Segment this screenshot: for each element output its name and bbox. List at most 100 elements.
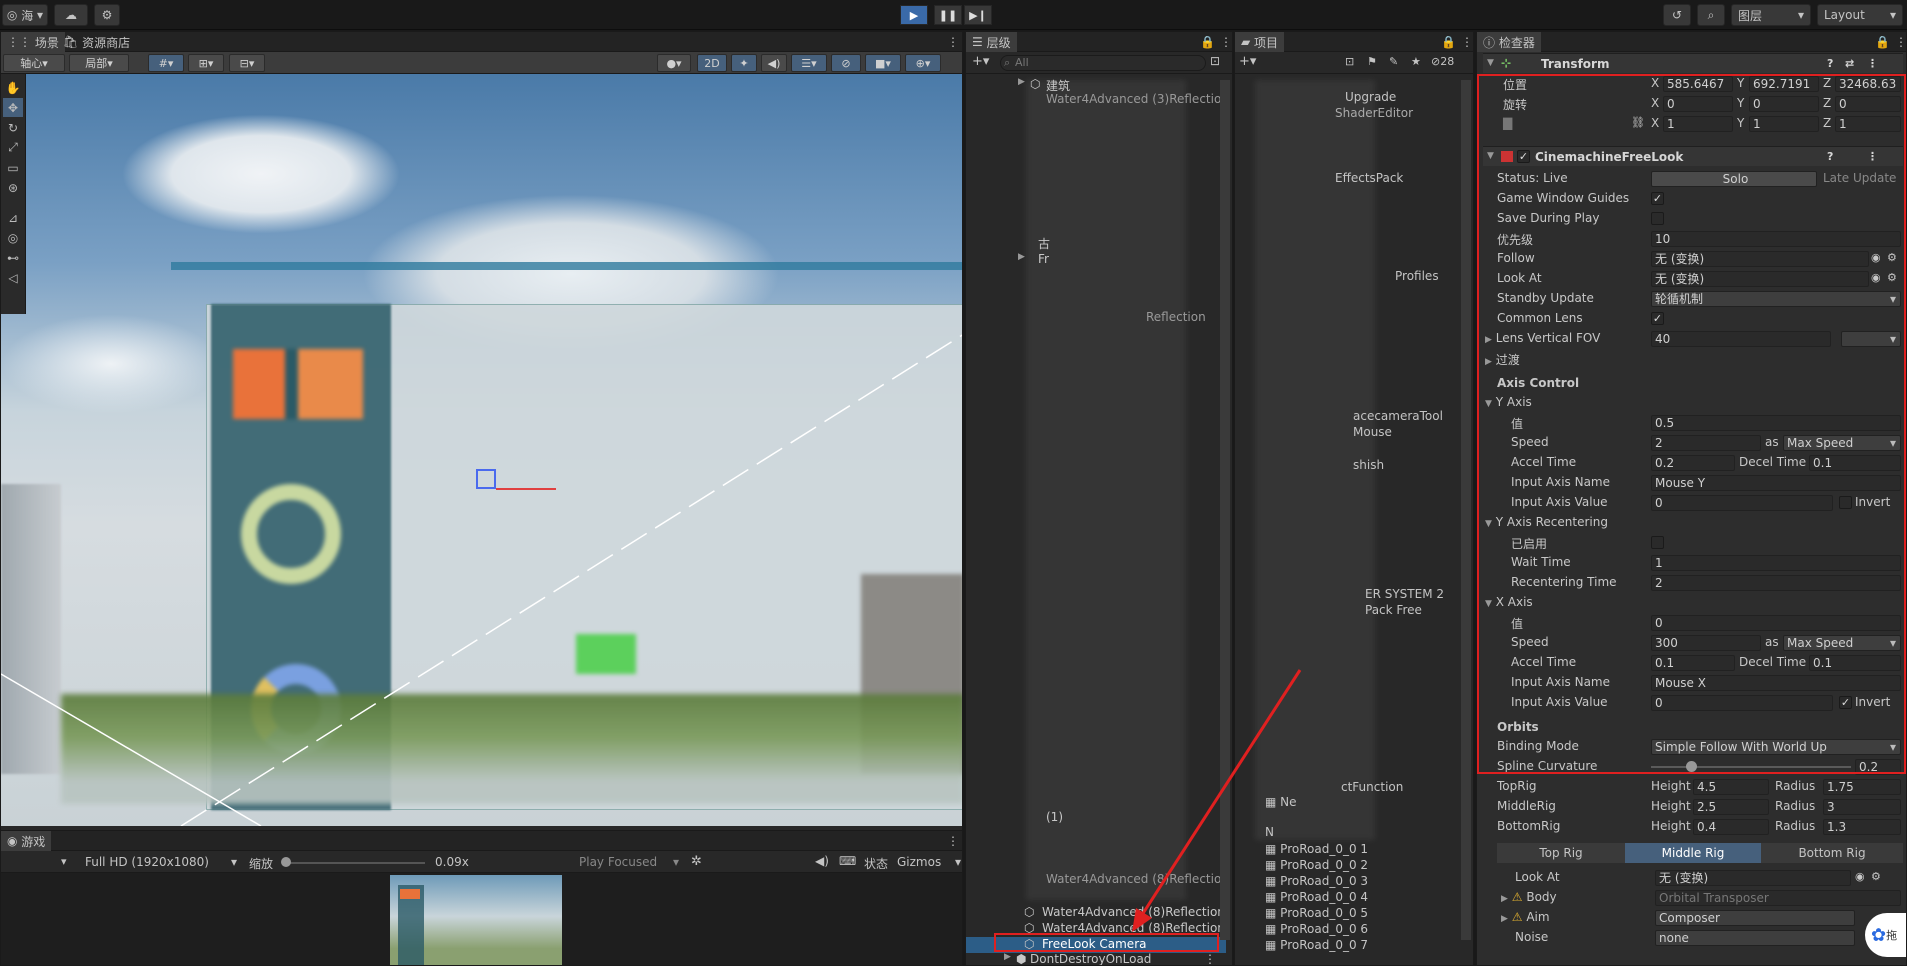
keyboard-icon[interactable]: ⌨ (839, 854, 856, 868)
layers-dropdown[interactable]: 图层 ▾ (1731, 4, 1811, 26)
folder-label[interactable]: Mouse (1353, 425, 1392, 439)
lighting-icon[interactable]: ✦ (731, 54, 757, 72)
folder-label[interactable]: acecameraTool (1353, 409, 1443, 423)
label-icon[interactable]: ⚑ (1367, 55, 1377, 68)
list-item[interactable]: Water4Advanced (3)Reflection (966, 92, 1229, 108)
create-add-button[interactable]: +▾ (1239, 54, 1256, 69)
stats-button[interactable]: 状态 (864, 855, 888, 872)
account-dropdown[interactable]: ◎ 海 ▾ (2, 4, 48, 26)
rig-radius-field[interactable]: 1.3 (1823, 819, 1901, 835)
audio-icon[interactable]: ◀) (761, 54, 787, 72)
folder-label[interactable]: ShaderEditor (1335, 106, 1413, 120)
panel-menu-icon[interactable]: ⋮ (1214, 32, 1232, 52)
menu-icon[interactable]: ⋮ (1204, 952, 1216, 965)
visibility-icon[interactable]: ⊘ (831, 54, 861, 72)
create-add-button[interactable]: +▾ (972, 54, 989, 69)
favorite-icon[interactable]: ★ (1411, 55, 1421, 68)
tab-top-rig[interactable]: Top Rig (1497, 843, 1625, 863)
folder-label[interactable]: ER SYSTEM 2 (1365, 587, 1444, 601)
path-tool-icon[interactable]: ⊷ (3, 248, 23, 267)
floating-helper-button[interactable]: ✿ 拖 (1865, 913, 1906, 957)
hierarchy-search-input[interactable]: ⌕ All (1000, 55, 1206, 71)
panel-menu-icon[interactable]: ⋮ (1455, 32, 1473, 52)
rig-radius-field[interactable]: 1.75 (1823, 779, 1901, 795)
play-button[interactable]: ▶ (900, 5, 928, 25)
rect-tool-icon[interactable]: ▭ (3, 158, 23, 177)
shading-mode-icon[interactable]: ●▾ (657, 54, 691, 72)
rotate-tool-icon[interactable]: ↻ (3, 118, 23, 137)
scene-viewport[interactable]: ✋ ✥ ↻ ⤢ ▭ ⊛ ⊿ ◎ ⊷ ◁ (1, 74, 962, 826)
grid-snap-icon[interactable]: #▾ (148, 54, 184, 72)
panel-menu-icon[interactable]: ⋮ (941, 32, 962, 52)
transform-header[interactable]: ▼ ⊹ Transform ? ⇄ ⋮ (1483, 53, 1903, 73)
panel-menu-icon[interactable]: ⋮ (941, 831, 962, 851)
rig-radius-field[interactable]: 3 (1823, 799, 1901, 815)
tab-scene[interactable]: ⋮⋮ 场景 (1, 32, 65, 52)
tab-asset-store[interactable]: 🛍 资源商店 (57, 32, 136, 52)
list-item[interactable]: 古 (966, 235, 1226, 251)
folder-label[interactable]: ctFunction (1341, 780, 1403, 794)
folder-label[interactable]: Pack Free (1365, 603, 1422, 617)
help-icon[interactable]: ? (1827, 57, 1833, 70)
resolution-dropdown[interactable]: Full HD (1920x1080) ▾ (85, 855, 237, 869)
effects-icon[interactable]: ☰▾ (791, 54, 827, 72)
bug-icon[interactable]: ✲ (691, 854, 702, 869)
camera-icon[interactable]: ■▾ (865, 54, 901, 72)
pen-icon[interactable]: ✎ (1389, 55, 1398, 68)
layout-dropdown[interactable]: Layout ▾ (1817, 4, 1903, 26)
search-by-type-icon[interactable]: ⊡ (1345, 55, 1354, 68)
rig-height-field[interactable]: 4.5 (1693, 779, 1769, 795)
step-button[interactable]: ▶❙ (964, 5, 992, 25)
preset-icon[interactable]: ⇄ (1845, 57, 1854, 70)
expand-arrow-icon[interactable]: ▶ (1501, 894, 1508, 904)
settings-icon[interactable]: ⚙ (94, 4, 120, 26)
increment-snap-icon[interactable]: ⊟▾ (229, 54, 265, 72)
light-tool-icon[interactable]: ◁ (3, 268, 23, 287)
mute-audio-icon[interactable]: ◀) (815, 854, 829, 868)
tab-bottom-rig[interactable]: Bottom Rig (1761, 843, 1903, 863)
folder-label[interactable]: Upgrade (1345, 90, 1396, 104)
aim-dropdown[interactable]: Composer (1655, 910, 1855, 926)
body-field[interactable]: Orbital Transposer (1655, 890, 1901, 906)
transform-tool-icon[interactable]: ⊛ (3, 178, 23, 197)
orbit-tool-icon[interactable]: ◎ (3, 228, 23, 247)
expand-arrow-icon[interactable]: ▶ (1501, 914, 1508, 924)
gizmos-toggle-icon[interactable]: ⊕▾ (905, 54, 941, 72)
rig-look-at-field[interactable]: 无 (变换) (1655, 870, 1851, 886)
gizmos-dropdown[interactable]: Gizmos ▾ (897, 855, 961, 869)
object-picker-icon[interactable]: ◉ (1855, 870, 1865, 883)
search-icon[interactable]: ⌕ (1697, 4, 1725, 26)
noise-dropdown[interactable]: none (1655, 930, 1855, 946)
tab-middle-rig[interactable]: Middle Rig (1625, 843, 1761, 863)
local-dropdown[interactable]: 局部 ▾ (69, 54, 129, 72)
scale-tool-icon[interactable]: ⤢ (3, 138, 23, 157)
list-item[interactable]: ▶ ⬢ DontDestroyOnLoad ⋮ (966, 952, 1226, 965)
menu-icon[interactable]: ⋮ (1867, 57, 1878, 70)
grid-icon[interactable]: ⊞▾ (188, 54, 224, 72)
tab-project[interactable]: ▰ 项目 (1235, 32, 1285, 52)
list-item[interactable]: ▶ Fr (966, 252, 1226, 268)
move-tool-icon[interactable]: ✥ (3, 98, 23, 117)
folder-label[interactable]: EffectsPack (1335, 171, 1403, 185)
pause-button[interactable]: ❚❚ (934, 5, 962, 25)
display-dropdown[interactable]: ▾ (61, 855, 67, 868)
scale-slider-handle[interactable] (281, 857, 291, 867)
scrollbar[interactable] (1461, 80, 1471, 940)
game-view[interactable] (1, 873, 962, 965)
tab-game[interactable]: ◉ 游戏 (1, 831, 52, 851)
rig-height-field[interactable]: 0.4 (1693, 819, 1769, 835)
hand-tool-icon[interactable]: ✋ (3, 78, 23, 97)
history-icon[interactable]: ↺ (1663, 4, 1691, 26)
cloud-icon[interactable]: ☁ (54, 4, 88, 26)
list-item[interactable]: ▦ ProRoad_0_0 7 (1265, 938, 1368, 952)
mode-2d-button[interactable]: 2D (697, 54, 727, 72)
play-focused-dropdown[interactable]: Play Focused ▾ (579, 855, 679, 869)
search-filter-icon[interactable]: ⊡ (1210, 54, 1220, 68)
folder-label[interactable]: Profiles (1395, 269, 1439, 283)
rig-height-field[interactable]: 2.5 (1693, 799, 1769, 815)
folder-label[interactable]: shish (1353, 458, 1384, 472)
pivot-dropdown[interactable]: 轴心 ▾ (3, 54, 65, 72)
panel-menu-icon[interactable]: ⋮ (1889, 32, 1906, 52)
tab-hierarchy[interactable]: ☰ 层级 (966, 32, 1017, 52)
scale-slider[interactable] (285, 862, 425, 864)
